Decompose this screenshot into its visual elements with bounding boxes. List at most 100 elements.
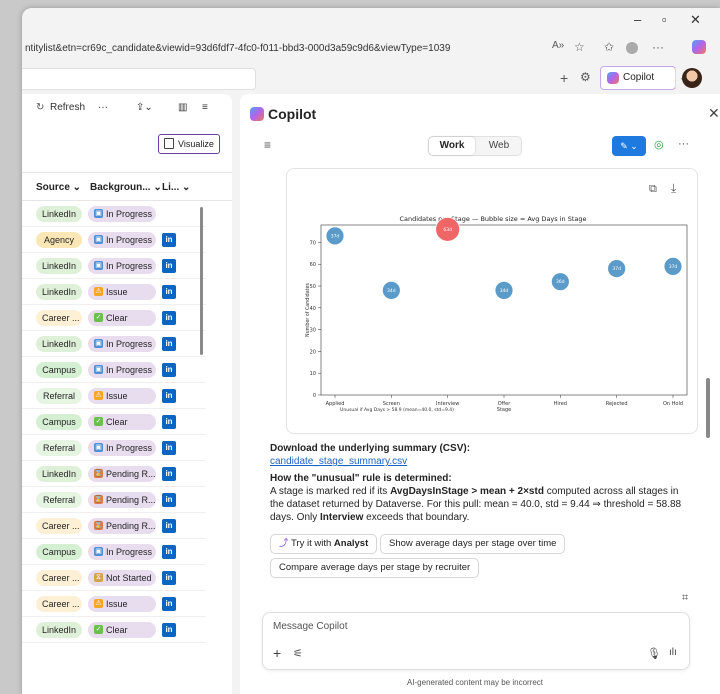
linkedin-icon[interactable]: in (162, 571, 176, 585)
linkedin-icon[interactable]: in (162, 545, 176, 559)
table-row[interactable]: Campus ▣ In Progress in (22, 357, 206, 383)
linkedin-icon[interactable]: in (162, 311, 176, 325)
minimize-icon[interactable]: – (634, 12, 641, 27)
status-label: Pending R... (106, 469, 156, 479)
visualize-button[interactable]: Visualize (158, 134, 220, 154)
table-row[interactable]: Career ... ✓ Clear in (22, 305, 206, 331)
background-status-badge: ⌛ Pending R... (88, 466, 156, 482)
table-row[interactable]: LinkedIn ✓ Clear in (22, 617, 206, 643)
more-options-icon[interactable]: ··· (678, 138, 689, 150)
table-row[interactable]: LinkedIn ▣ In Progress (22, 201, 206, 227)
status-icon: ⧖ (94, 573, 103, 582)
table-row[interactable]: Referral ⚠ Issue in (22, 383, 206, 409)
refresh-button[interactable]: Refresh (50, 102, 85, 113)
add-icon[interactable]: + (560, 70, 568, 86)
linkedin-icon[interactable]: in (162, 623, 176, 637)
status-icon: ✓ (94, 313, 103, 322)
read-aloud-icon[interactable]: A» (552, 40, 564, 51)
source-badge: LinkedIn (36, 206, 82, 222)
background-status-badge: ▣ In Progress (88, 206, 156, 222)
table-row[interactable]: Campus ✓ Clear in (22, 409, 206, 435)
source-badge: LinkedIn (36, 466, 82, 482)
favorite-star-icon[interactable]: ☆ (574, 40, 585, 54)
linkedin-icon[interactable]: in (162, 493, 176, 507)
suggestion-over-time[interactable]: Show average days per stage over time (380, 534, 566, 554)
tab-web[interactable]: Web (476, 137, 522, 155)
background-status-badge: ✓ Clear (88, 310, 156, 326)
download-link-row: candidate_stage_summary.csv (270, 455, 690, 468)
y-tick-label: 70 (310, 240, 316, 246)
column-header-linkedin[interactable]: Li... ⌄ (162, 182, 190, 193)
table-row[interactable]: Campus ▣ In Progress in (22, 539, 206, 565)
app-search-input[interactable] (22, 68, 256, 90)
view-options-icon[interactable]: ▥ (178, 102, 187, 113)
tools-icon[interactable]: ⚟ (293, 647, 303, 660)
column-header-source[interactable]: Source ⌄ (36, 182, 81, 193)
tab-work[interactable]: Work (429, 137, 475, 155)
avatar[interactable] (682, 68, 702, 88)
more-commands-button[interactable]: ··· (98, 102, 108, 113)
restore-icon[interactable]: ▫ (662, 12, 667, 27)
linkedin-icon[interactable]: in (162, 597, 176, 611)
favorites-icon[interactable]: ✩ (604, 40, 614, 54)
share-icon[interactable]: ⇪⌄ (136, 102, 153, 113)
table-row[interactable]: Referral ⌛ Pending R... in (22, 487, 206, 513)
column-header-background[interactable]: Backgroun... ⌄ (90, 182, 162, 193)
linkedin-icon[interactable]: in (162, 467, 176, 481)
linkedin-icon[interactable]: in (162, 337, 176, 351)
app-header: + ⚙ Copilot ⌄ (22, 66, 720, 94)
table-row[interactable]: LinkedIn ⚠ Issue in (22, 279, 206, 305)
message-input[interactable]: Message Copilot (273, 621, 347, 632)
more-menu-icon[interactable]: ··· (652, 40, 664, 54)
x-tick-label: Hired (554, 401, 567, 407)
new-chat-icon[interactable]: ⌗ (682, 592, 688, 605)
compose-button[interactable]: ✎ ⌄ (612, 136, 646, 156)
linkedin-icon[interactable]: in (162, 285, 176, 299)
suggestion-by-recruiter[interactable]: Compare average days per stage by recrui… (270, 558, 480, 578)
menu-icon[interactable]: ≡ (264, 138, 271, 152)
status-icon: ✓ (94, 625, 103, 634)
linkedin-icon[interactable]: in (162, 415, 176, 429)
csv-download-link[interactable]: candidate_stage_summary.csv (270, 456, 407, 467)
download-icon[interactable]: ⤓ (671, 181, 676, 196)
profile-icon[interactable] (626, 42, 638, 54)
table-row[interactable]: LinkedIn ⌛ Pending R... in (22, 461, 206, 487)
source-badge: LinkedIn (36, 258, 82, 274)
linkedin-icon[interactable]: in (162, 233, 176, 247)
close-icon[interactable]: ✕ (708, 105, 720, 122)
filter-icon[interactable]: ≡ (202, 102, 208, 113)
close-window-icon[interactable]: ✕ (690, 12, 701, 28)
linkedin-icon[interactable]: in (162, 519, 176, 533)
command-bar: ↻ Refresh ··· ⇪⌄ ▥ ≡ (22, 94, 232, 122)
settings-gear-icon[interactable]: ⚙ (580, 70, 591, 84)
status-label: Clear (106, 625, 128, 635)
background-status-badge: ▣ In Progress (88, 232, 156, 248)
try-analyst-button[interactable]: ⤴ Try it with Analyst (270, 534, 378, 554)
status-label: Issue (106, 599, 128, 609)
table-row[interactable]: LinkedIn ▣ In Progress in (22, 253, 206, 279)
copilot-app-button[interactable]: Copilot ⌄ (600, 66, 686, 90)
table-row[interactable]: LinkedIn ▣ In Progress in (22, 331, 206, 357)
linkedin-icon[interactable]: in (162, 389, 176, 403)
copy-icon[interactable]: ⧉ (649, 183, 657, 196)
linkedin-icon[interactable]: in (162, 259, 176, 273)
copilot-browser-icon[interactable] (692, 40, 706, 54)
bubble-label: 34d (387, 288, 396, 294)
table-row[interactable]: Career ... ⌛ Pending R... in (22, 513, 206, 539)
table-row[interactable]: Career ... ⚠ Issue in (22, 591, 206, 617)
add-attachment-icon[interactable]: + (273, 645, 281, 661)
chat-scrollbar-thumb[interactable] (706, 378, 710, 438)
voice-icon[interactable]: ılı (669, 647, 677, 658)
chat-scrollbar[interactable] (706, 164, 710, 514)
microphone-icon[interactable]: 🎙 (647, 647, 661, 660)
table-row[interactable]: Agency ▣ In Progress in (22, 227, 206, 253)
table-row[interactable]: Referral ▣ In Progress in (22, 435, 206, 461)
background-status-badge: ⧖ Not Started (88, 570, 156, 586)
grid-scrollbar[interactable] (200, 207, 203, 355)
suggestion-bold: Analyst (333, 538, 369, 549)
url-field[interactable]: ntitylist&etn=cr69c_candidate&viewid=93d… (22, 38, 542, 60)
linkedin-icon[interactable]: in (162, 363, 176, 377)
linkedin-icon[interactable]: in (162, 441, 176, 455)
table-row[interactable]: Career ... ⧖ Not Started in (22, 565, 206, 591)
refresh-icon[interactable]: ↻ (36, 102, 44, 113)
